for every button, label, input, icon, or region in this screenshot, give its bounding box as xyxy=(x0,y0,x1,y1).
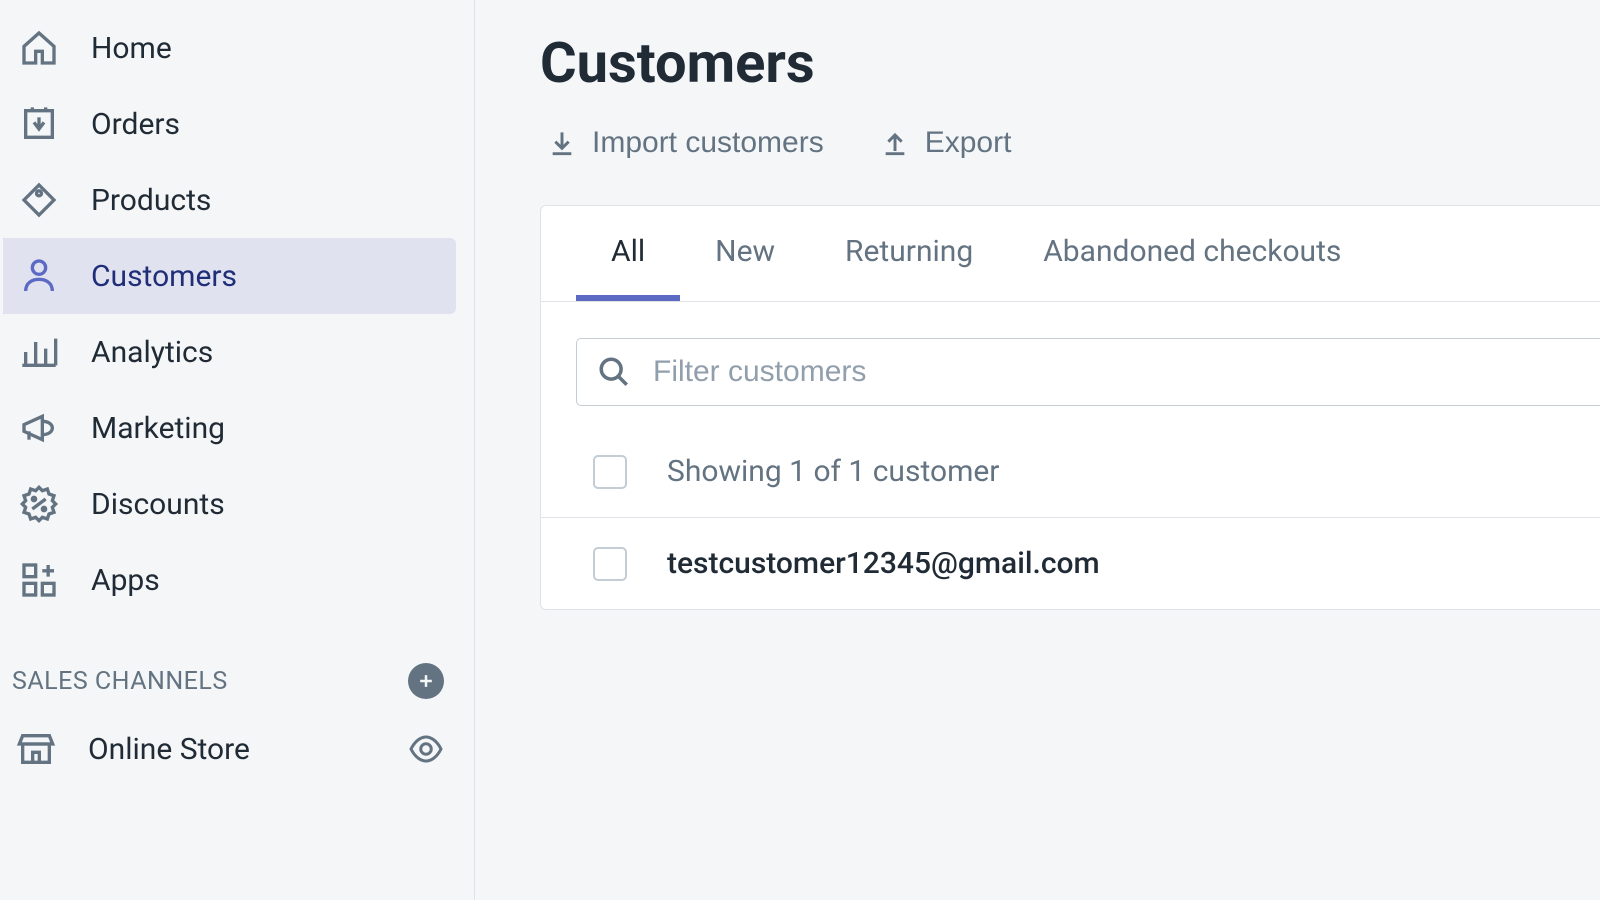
filter-section xyxy=(541,302,1600,416)
sidebar-item-customers[interactable]: Customers xyxy=(3,238,456,314)
tab-new[interactable]: New xyxy=(680,206,810,301)
summary-text: Showing 1 of 1 customer xyxy=(667,454,999,489)
export-label: Export xyxy=(925,126,1012,160)
tab-returning[interactable]: Returning xyxy=(810,206,1008,301)
channel-label: Online Store xyxy=(88,732,408,767)
row-checkbox[interactable] xyxy=(593,547,627,581)
store-icon xyxy=(16,729,56,769)
sidebar-item-marketing[interactable]: Marketing xyxy=(3,390,456,466)
sales-channels-header: SALES CHANNELS xyxy=(0,618,474,711)
export-button[interactable]: Export xyxy=(879,126,1012,160)
tag-icon xyxy=(19,180,59,220)
sidebar-item-label: Home xyxy=(91,31,172,66)
orders-icon xyxy=(19,104,59,144)
customer-name: testcustomer12345@gmail.com xyxy=(667,546,1100,581)
channel-item-online-store[interactable]: Online Store xyxy=(0,711,474,787)
sidebar-item-products[interactable]: Products xyxy=(3,162,456,238)
sidebar-item-label: Discounts xyxy=(91,487,225,522)
filter-input-wrap[interactable] xyxy=(576,338,1600,406)
import-label: Import customers xyxy=(592,126,824,160)
megaphone-icon xyxy=(19,408,59,448)
sales-channels-label: SALES CHANNELS xyxy=(12,667,228,696)
main-content: Customers Import customers Export All Ne… xyxy=(475,0,1600,900)
sidebar-item-label: Analytics xyxy=(91,335,213,370)
page-actions: Import customers Export xyxy=(540,126,1600,160)
download-arrow-icon xyxy=(546,127,578,159)
sidebar-item-label: Apps xyxy=(91,563,160,598)
upload-arrow-icon xyxy=(879,127,911,159)
discount-icon xyxy=(19,484,59,524)
apps-icon xyxy=(19,560,59,600)
import-customers-button[interactable]: Import customers xyxy=(546,126,824,160)
search-icon xyxy=(597,355,631,389)
tabs: All New Returning Abandoned checkouts xyxy=(541,206,1600,302)
customers-card: All New Returning Abandoned checkouts Sh… xyxy=(540,205,1600,610)
analytics-icon xyxy=(19,332,59,372)
customer-row[interactable]: testcustomer12345@gmail.com xyxy=(541,518,1600,609)
view-store-icon[interactable] xyxy=(408,731,444,767)
sidebar-item-apps[interactable]: Apps xyxy=(3,542,456,618)
tab-abandoned-checkouts[interactable]: Abandoned checkouts xyxy=(1008,206,1376,301)
filter-customers-input[interactable] xyxy=(653,355,1580,389)
select-all-checkbox[interactable] xyxy=(593,455,627,489)
nav-list: Home Orders Products Customers Analytics xyxy=(0,10,474,618)
person-icon xyxy=(19,256,59,296)
add-channel-button[interactable] xyxy=(408,663,444,699)
tab-all[interactable]: All xyxy=(576,206,680,301)
home-icon xyxy=(19,28,59,68)
sidebar-item-analytics[interactable]: Analytics xyxy=(3,314,456,390)
list-summary-row: Showing 1 of 1 customer xyxy=(541,416,1600,518)
sidebar-item-label: Orders xyxy=(91,107,180,142)
sidebar: Home Orders Products Customers Analytics xyxy=(0,0,475,900)
sidebar-item-label: Marketing xyxy=(91,411,225,446)
sidebar-item-home[interactable]: Home xyxy=(3,10,456,86)
sidebar-item-discounts[interactable]: Discounts xyxy=(3,466,456,542)
page-title: Customers xyxy=(540,30,1600,96)
sidebar-item-label: Customers xyxy=(91,259,237,294)
sidebar-item-orders[interactable]: Orders xyxy=(3,86,456,162)
sidebar-item-label: Products xyxy=(91,183,211,218)
